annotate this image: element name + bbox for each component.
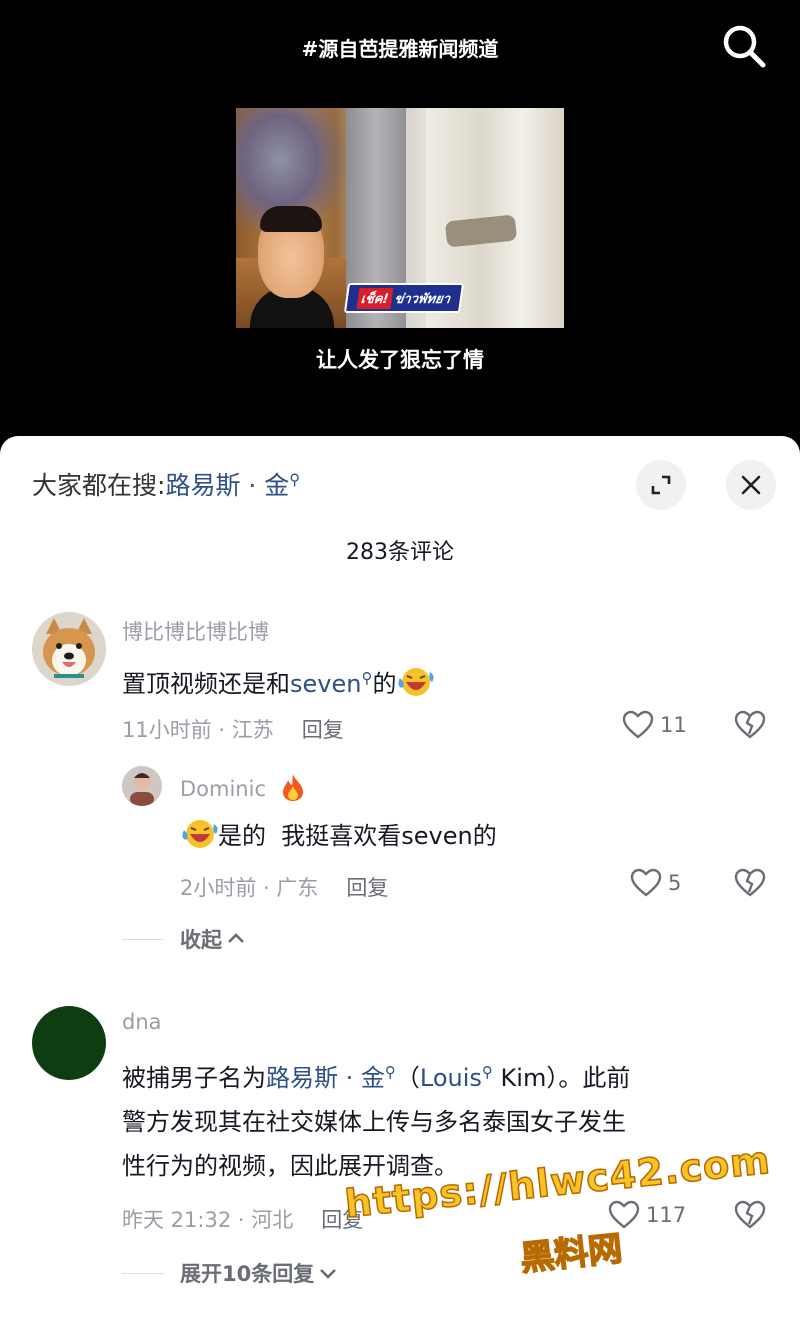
like-button[interactable]: 5 [630,868,681,898]
like-count: 11 [660,713,687,737]
like-button[interactable]: 11 [622,710,687,740]
comment-meta: 昨天 21:32 · 河北 回复 [122,1204,363,1234]
dislike-button[interactable] [734,868,766,902]
trending-search-keyword[interactable]: 路易斯 · 金 [165,471,289,500]
broken-heart-icon [734,868,766,897]
broken-heart-icon [734,710,766,739]
broken-heart-icon [734,1200,766,1229]
mention-link[interactable]: 路易斯 · 金 [266,1064,385,1092]
video-thumbnail[interactable]: เช็ค! ข่าวพัทยา [236,108,564,328]
news-channel-logo: เช็ค! ข่าวพัทยา [343,283,465,313]
laughing-crying-emoji-icon [182,820,218,848]
collapse-replies-button[interactable]: 收起 [122,924,246,954]
comment-time-location: 11小时前 · 江苏 [122,718,274,742]
expand-icon [651,475,671,495]
dislike-button[interactable] [734,1200,766,1234]
comment-meta: 11小时前 · 江苏 回复 [122,714,344,744]
user-photo-avatar [122,766,162,806]
dislike-button[interactable] [734,710,766,744]
divider-line [122,1272,164,1274]
laughing-crying-emoji-icon [398,668,435,696]
reply-text: 是的 我挺喜欢看seven的 [180,814,497,858]
channel-hashtag[interactable]: #源自芭提雅新闻频道 [250,36,550,62]
expand-sheet-button[interactable] [636,460,686,510]
heart-icon [622,710,654,739]
chevron-up-icon [228,933,244,943]
divider-line [122,938,164,940]
expand-replies-button[interactable]: 展开10条回复 [122,1258,338,1288]
avatar[interactable] [32,1006,106,1080]
video-caption: 让人发了狠忘了情 [316,348,484,372]
avatar[interactable] [122,766,162,806]
avatar[interactable] [32,612,106,686]
like-count: 5 [668,871,682,895]
close-sheet-button[interactable] [726,460,776,510]
chevron-down-icon [320,1269,337,1279]
trending-search[interactable]: 大家都在搜:路易斯 · 金⚲ [32,466,300,502]
like-count: 117 [646,1203,687,1227]
search-button[interactable] [716,18,772,74]
search-small-icon: ⚲ [289,470,301,489]
comment-username[interactable]: 博比博比博比博 [122,616,269,646]
reply-meta: 2小时前 · 广东 回复 [180,872,388,902]
search-small-icon: ⚲ [384,1063,396,1081]
reply-button[interactable]: 回复 [302,718,344,742]
search-small-icon: ⚲ [481,1063,493,1081]
comment-time-location: 昨天 21:32 · 河北 [122,1208,294,1232]
close-icon [741,475,761,495]
trending-search-prefix: 大家都在搜: [32,471,166,500]
video-area: #源自芭提雅新闻频道 เช็ค! ข่าวพัทยา 让人发了狠忘了情 [0,0,800,440]
mention-link[interactable]: seven [290,670,361,698]
heart-icon [630,868,662,897]
search-small-icon: ⚲ [361,669,373,687]
dog-avatar-image [32,612,106,686]
mention-link[interactable]: Louis [420,1064,482,1092]
reply-username[interactable]: Dominic [180,772,307,802]
fire-icon [282,774,303,801]
reply-time-location: 2小时前 · 广东 [180,876,319,900]
search-icon [723,25,766,68]
comment-text: 置顶视频还是和seven⚲的 [122,656,435,706]
comment-count: 283条评论 [346,540,454,565]
reply-button[interactable]: 回复 [346,876,388,900]
comment-username[interactable]: dna [122,1010,162,1034]
